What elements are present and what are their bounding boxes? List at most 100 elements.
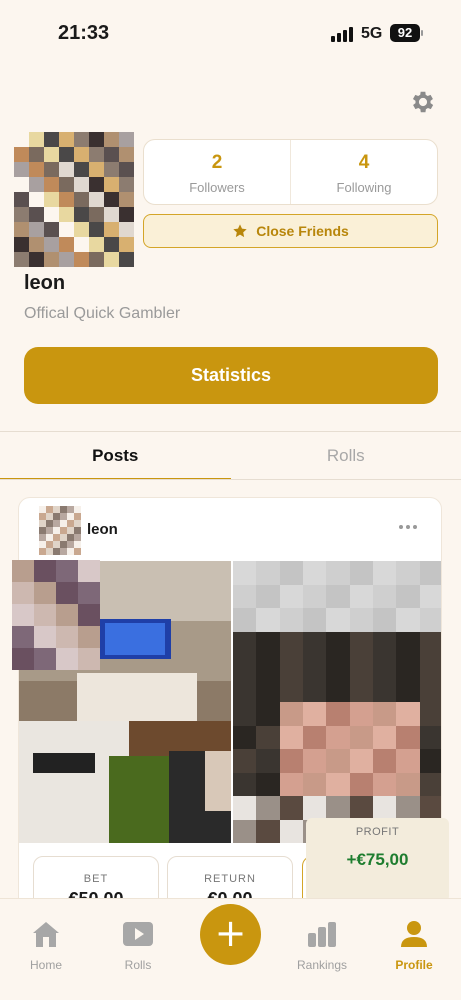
pixel-block <box>53 548 60 555</box>
pixel-block <box>44 207 59 222</box>
pixel-block <box>349 561 374 585</box>
pixel-block <box>279 678 304 703</box>
pixel-block <box>233 655 257 679</box>
pixel-block <box>46 534 53 541</box>
pixel-block <box>14 132 29 147</box>
pixel-block <box>104 162 119 177</box>
post-photo-right[interactable] <box>233 561 441 843</box>
pixel-block <box>373 749 397 773</box>
pixel-block <box>256 796 281 820</box>
pixel-block <box>303 725 327 750</box>
pixel-block <box>419 584 441 609</box>
pixel-block <box>233 608 257 632</box>
nav-rankings-label: Rankings <box>296 958 348 972</box>
pixel-block <box>104 237 119 252</box>
pixel-block <box>59 177 74 192</box>
pixel-block <box>104 222 119 237</box>
nav-rolls-label: Rolls <box>124 958 152 972</box>
pixel-block <box>46 513 53 520</box>
pixel-block <box>67 506 74 513</box>
tab-rolls[interactable]: Rolls <box>231 432 461 480</box>
pixel-block <box>29 162 44 177</box>
nav-home[interactable]: Home <box>6 919 86 972</box>
pixel-block <box>60 506 67 513</box>
pixel-block <box>303 655 327 679</box>
pixel-block <box>53 513 60 520</box>
pixel-block <box>104 132 119 147</box>
pixel-block <box>373 584 397 609</box>
following-stat[interactable]: 4 Following <box>290 140 437 204</box>
pixel-block <box>303 772 327 797</box>
pixel-block <box>34 604 56 626</box>
pixel-block <box>349 631 374 656</box>
avatar[interactable] <box>14 132 134 267</box>
pixel-block <box>349 702 374 726</box>
profit-label: PROFIT <box>355 826 400 838</box>
pixel-block <box>233 678 257 703</box>
pixel-block <box>104 147 119 162</box>
pixel-block <box>74 252 89 267</box>
divider <box>0 479 461 480</box>
pixel-block <box>53 534 60 541</box>
pixel-block <box>326 749 351 773</box>
pixel-block <box>39 527 46 534</box>
post-username[interactable]: leon <box>87 521 118 538</box>
pixel-block <box>46 548 53 555</box>
pixel-block <box>279 702 304 726</box>
pixel-block <box>74 177 89 192</box>
gear-icon[interactable] <box>409 88 437 116</box>
pixel-block <box>39 520 46 527</box>
post-avatar[interactable] <box>39 506 81 555</box>
pixel-block <box>419 678 441 703</box>
pixel-block <box>104 207 119 222</box>
following-count: 4 <box>358 152 370 173</box>
pixel-block <box>396 796 421 820</box>
more-options-icon[interactable] <box>398 524 418 530</box>
pixel-block <box>419 702 441 726</box>
pixel-block <box>60 513 67 520</box>
signal-icon <box>331 26 355 42</box>
pixel-block <box>39 513 46 520</box>
tab-posts[interactable]: Posts <box>0 432 231 480</box>
pixel-block <box>14 177 29 192</box>
pixel-block <box>78 648 100 670</box>
pixel-block <box>59 237 74 252</box>
pixel-block <box>29 192 44 207</box>
pixel-block <box>59 207 74 222</box>
create-post-button[interactable]: + <box>200 904 261 965</box>
pixel-block <box>349 608 374 632</box>
pixel-block <box>326 772 351 797</box>
pixel-block <box>59 147 74 162</box>
pixel-block <box>233 561 257 585</box>
pixel-block <box>396 561 421 585</box>
pixel-block <box>279 796 304 820</box>
pixel-block <box>34 582 56 604</box>
pixel-block <box>78 604 100 626</box>
pixel-block <box>256 631 281 656</box>
pixel-block <box>56 648 78 670</box>
pixel-block <box>74 534 81 541</box>
pixel-block <box>326 725 351 750</box>
followers-stat[interactable]: 2 Followers <box>144 140 290 204</box>
pixel-block <box>78 582 100 604</box>
pixel-block <box>349 796 374 820</box>
pixel-block <box>12 648 34 670</box>
pixel-block <box>326 796 351 820</box>
home-icon <box>33 922 59 947</box>
statistics-button[interactable]: Statistics <box>24 347 438 404</box>
pixel-block <box>59 252 74 267</box>
pixel-block <box>349 772 374 797</box>
pixel-block <box>74 541 81 548</box>
nav-profile[interactable]: Profile <box>374 919 454 972</box>
pixel-block <box>44 222 59 237</box>
nav-rolls[interactable]: Rolls <box>98 919 178 972</box>
pixel-block <box>279 725 304 750</box>
nav-rankings[interactable]: Rankings <box>282 919 362 972</box>
pixel-block <box>233 819 257 843</box>
pixel-block <box>12 560 34 582</box>
plus-icon: + <box>214 911 247 955</box>
pixel-block <box>279 608 304 632</box>
close-friends-button[interactable]: Close Friends <box>143 214 438 248</box>
pixel-block <box>326 655 351 679</box>
pixel-block <box>279 631 304 656</box>
